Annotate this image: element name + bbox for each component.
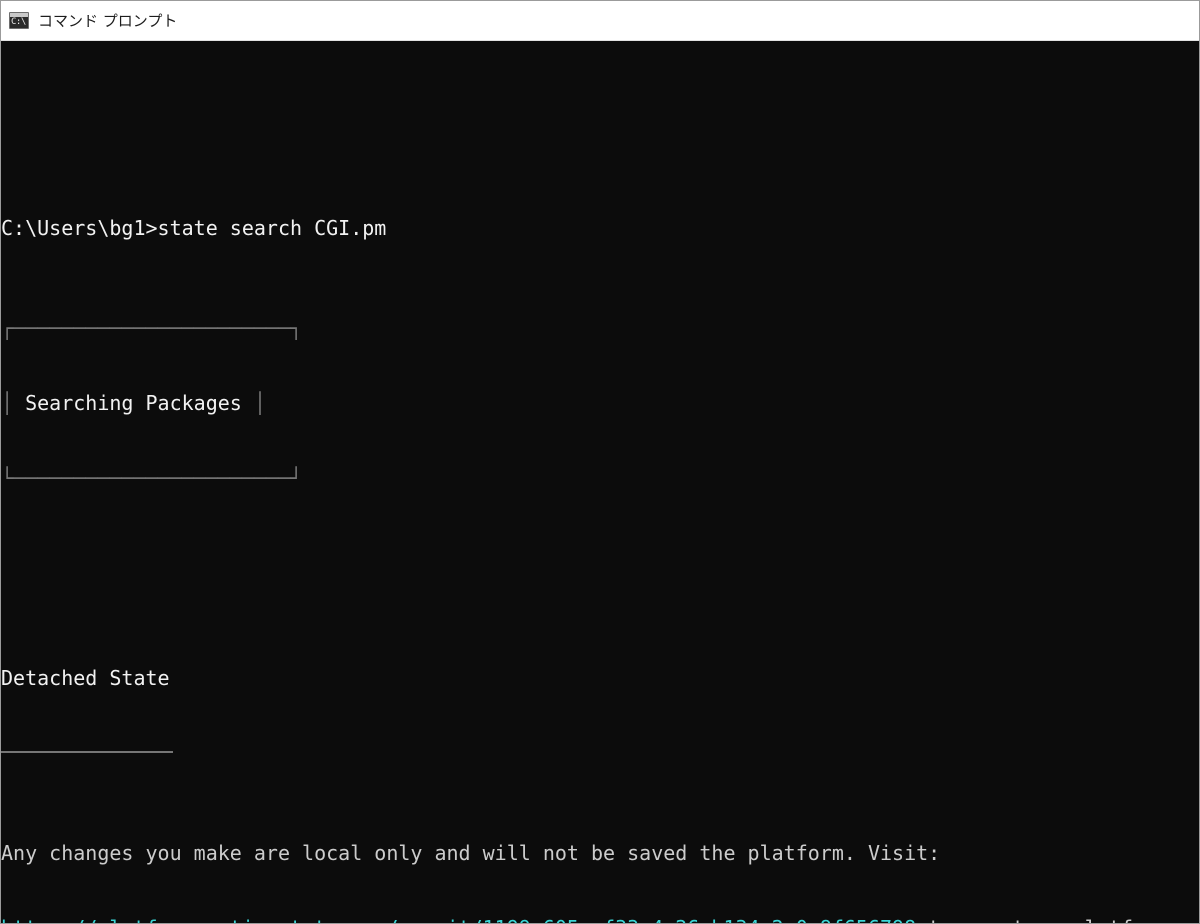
spinner-box-middle: │ Searching Packages │ (1, 391, 1199, 416)
detached-text-line-2: https://platform.activestate.com/commit/… (1, 916, 1199, 923)
detached-state-underline (1, 741, 1199, 766)
command-prompt-window: C:\ コマンド プロンプト C:\Users\bg1>state search… (0, 0, 1200, 924)
title-bar[interactable]: C:\ コマンド プロンプト (1, 1, 1199, 41)
detached-state-heading: Detached State (1, 666, 170, 690)
typed-command: state search CGI.pm (157, 216, 387, 240)
box-right-edge: │ (253, 391, 266, 415)
commit-url-link[interactable]: https://platform.activestate.com/commit/… (1, 916, 916, 923)
window-title: コマンド プロンプト (38, 12, 178, 30)
commit-url-tail: to create a platform (916, 916, 1169, 923)
terminal-screen: C:\Users\bg1>state search CGI.pm ┌──────… (1, 41, 1199, 923)
spinner-box-label: Searching Packages (13, 391, 254, 415)
box-left-edge: │ (1, 391, 14, 415)
terminal-output-area[interactable]: C:\Users\bg1>state search CGI.pm ┌──────… (1, 41, 1199, 923)
detached-text-line-1: Any changes you make are local only and … (1, 841, 941, 865)
spinner-box-top: ┌───────────────────────┐ (1, 316, 303, 340)
cmd-icon: C:\ (9, 12, 29, 29)
cmd-icon-prompt-text: C:\ (11, 17, 26, 27)
command-prompt-line: C:\Users\bg1>state search CGI.pm (1, 216, 1199, 241)
spinner-box-bottom: └───────────────────────┘ (1, 466, 303, 490)
prompt-path: C:\Users\bg1> (1, 216, 158, 240)
